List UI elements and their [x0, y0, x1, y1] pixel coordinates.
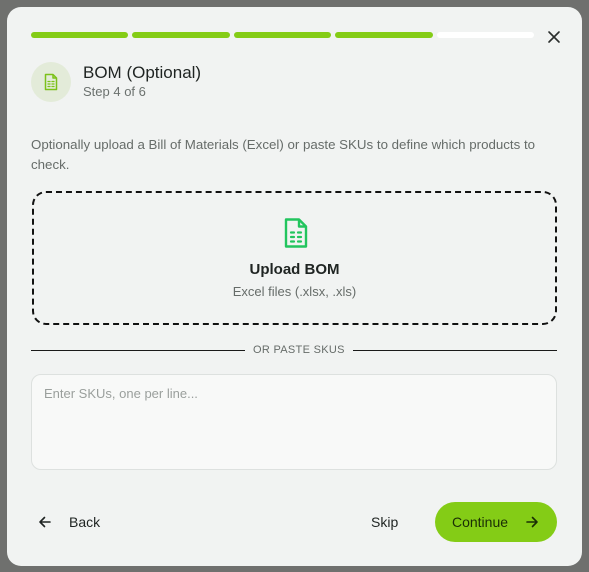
progress-segment-4 — [335, 32, 433, 38]
close-button[interactable] — [545, 28, 563, 46]
skip-button[interactable]: Skip — [371, 505, 398, 539]
sku-textarea[interactable] — [31, 374, 557, 470]
continue-button[interactable]: Continue — [435, 502, 557, 542]
wizard-description: Optionally upload a Bill of Materials (E… — [31, 137, 536, 172]
back-button[interactable]: Back — [37, 505, 100, 539]
progress-segment-1 — [31, 32, 129, 38]
progress-segment-5 — [436, 32, 535, 38]
arrow-left-icon — [39, 516, 51, 528]
header-icon-badge — [31, 62, 71, 102]
divider-label: OR PASTE SKUS — [245, 343, 353, 357]
step-indicator: Step 4 of 6 — [83, 84, 146, 99]
upload-file-types: Excel files (.xlsx, .xls) — [232, 284, 357, 299]
bom-upload-dropzone[interactable]: Upload BOM Excel files (.xlsx, .xls) — [32, 191, 557, 325]
back-button-label: Back — [69, 514, 101, 530]
file-spreadsheet-icon — [284, 218, 308, 248]
file-spreadsheet-icon — [44, 73, 58, 91]
close-icon — [548, 31, 560, 43]
progress-bar — [31, 32, 535, 38]
upload-title: Upload BOM — [249, 261, 340, 278]
wizard-title: BOM (Optional) — [83, 63, 202, 82]
skip-button-label: Skip — [371, 514, 399, 530]
arrow-right-icon — [526, 516, 538, 528]
bom-wizard-modal: BOM (Optional) Step 4 of 6 Optionally up… — [7, 7, 582, 566]
progress-segment-3 — [233, 32, 332, 38]
progress-segment-2 — [132, 32, 230, 38]
continue-button-label: Continue — [451, 514, 509, 530]
